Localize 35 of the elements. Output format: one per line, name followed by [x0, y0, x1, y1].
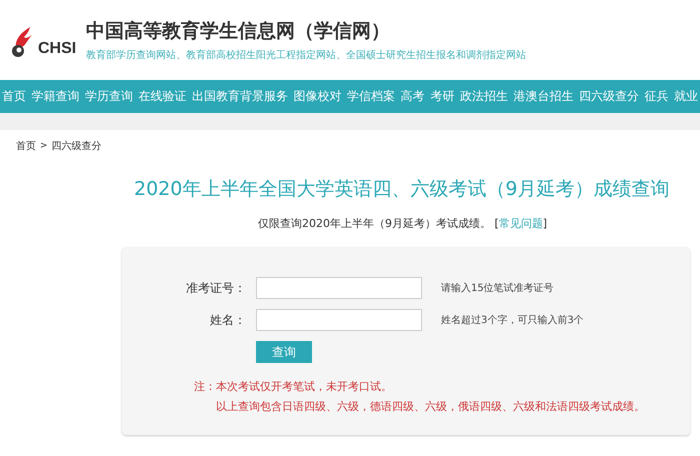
nav-link[interactable]: 考研: [430, 88, 454, 105]
nav-link[interactable]: 征兵: [644, 88, 668, 105]
bracket: [: [494, 217, 499, 230]
note-label: 注：: [194, 379, 216, 395]
nav-link[interactable]: 港澳台招生: [513, 88, 574, 105]
page-title: 2020年上半年全国大学英语四、六级考试（9月延考）成绩查询: [133, 177, 670, 202]
field-label: 姓名：: [209, 312, 246, 328]
field-label: 准考证号：: [185, 280, 246, 296]
nav-link[interactable]: 学籍查询: [32, 88, 80, 105]
input-field[interactable]: [256, 277, 422, 299]
nav-link[interactable]: 学信档案: [347, 88, 396, 105]
query-button[interactable]: 查询: [256, 341, 312, 363]
notice-text: 仅限查询2020年上半年（9月延考）考试成绩。: [258, 217, 491, 230]
note-text: 以上查询包含日语四级、六级，德语四级、六级，俄语四级、六级和法语四级考试成绩。: [216, 399, 645, 414]
nav-link[interactable]: 就业: [674, 88, 698, 105]
nav-link[interactable]: 高考: [400, 88, 425, 105]
nav-link[interactable]: 学历查询: [85, 88, 134, 105]
nav-link[interactable]: 首页: [2, 88, 26, 105]
field-hint: 请输入15位笔试准考证号: [441, 282, 554, 295]
breadcrumb-separator: >: [40, 141, 48, 151]
bracket: ]: [542, 217, 548, 230]
input-field[interactable]: [256, 309, 422, 331]
nav-link[interactable]: 政法招生: [460, 88, 508, 105]
nav-link[interactable]: 图像校对: [294, 88, 342, 105]
nav-link[interactable]: 出国教育背景服务: [192, 88, 288, 105]
field-hint: 姓名超过3个字，可只输入前3个: [441, 314, 584, 327]
logo-text: CHSI: [38, 40, 76, 58]
breadcrumb-link[interactable]: 四六级查分: [52, 139, 102, 153]
breadcrumb-link[interactable]: 首页: [16, 139, 36, 153]
site-title: 中国高等教育学生信息网（学信网）: [86, 19, 392, 44]
faq-link[interactable]: 常见问题: [498, 217, 543, 230]
nav-link[interactable]: 四六级查分: [578, 88, 639, 105]
nav-link[interactable]: 在线验证: [138, 88, 187, 105]
note-text: 本次考试仅开考笔试，未开考口试。: [216, 379, 393, 394]
tagline: 教育部学历查询网站、教育部高校招生阳光工程指定网站、全国硕士研究生招生报名和调剂指定网站: [86, 48, 526, 62]
